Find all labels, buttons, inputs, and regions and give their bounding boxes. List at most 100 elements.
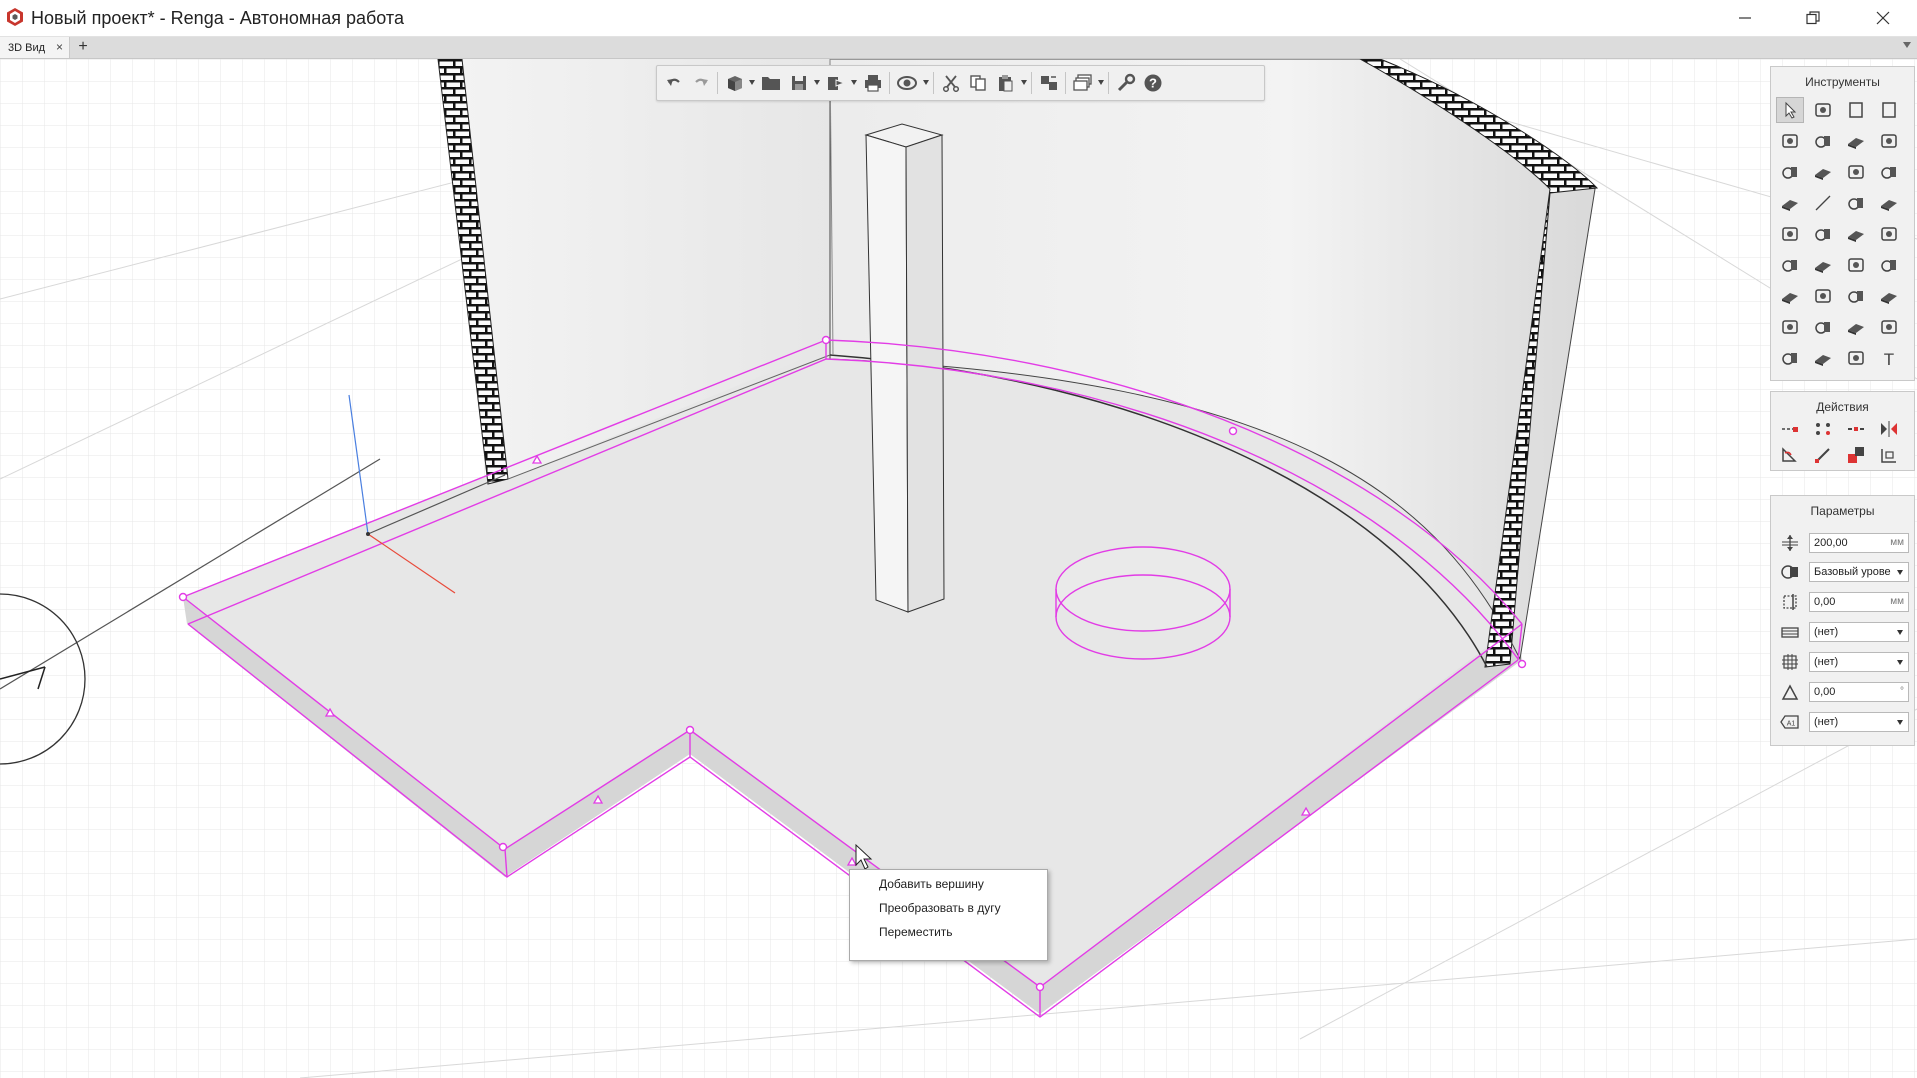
redo-button[interactable] <box>689 71 713 95</box>
context-menu: Добавить вершину Преобразовать в дугу Пе… <box>849 869 1048 961</box>
render-button[interactable] <box>895 71 919 95</box>
door-tool[interactable] <box>1842 159 1870 185</box>
align-action[interactable] <box>1842 416 1870 442</box>
level-icon <box>1779 561 1801 583</box>
assembly-tool[interactable] <box>1809 97 1837 123</box>
move-action[interactable] <box>1776 416 1804 442</box>
array-icon <box>1816 423 1830 435</box>
minimize-button[interactable] <box>1717 0 1773 36</box>
menu-item-add-vertex[interactable]: Добавить вершину <box>879 877 984 891</box>
level-select[interactable]: Базовый урове <box>1809 562 1909 582</box>
menu-item-convert-to-arc[interactable]: Преобразовать в дугу <box>879 901 1001 915</box>
sprinkler-tool[interactable] <box>1776 252 1804 278</box>
angle-field[interactable]: 0,00 ° <box>1809 682 1909 702</box>
open-icon <box>762 77 780 90</box>
wall-tool[interactable] <box>1842 97 1870 123</box>
menu-item-move[interactable]: Переместить <box>879 925 953 939</box>
paste-button[interactable] <box>993 71 1017 95</box>
railing-tool[interactable] <box>1776 190 1804 216</box>
actions-panel-title: Действия <box>1816 400 1869 414</box>
export-button[interactable] <box>824 71 848 95</box>
slab-tool[interactable] <box>1776 128 1804 154</box>
export-dropdown-icon[interactable] <box>851 80 857 85</box>
sink-tool[interactable] <box>1776 221 1804 247</box>
element-tool[interactable] <box>1809 314 1837 340</box>
open-button[interactable] <box>759 71 783 95</box>
offset-field[interactable]: 0,00 мм <box>1809 592 1909 612</box>
material-select[interactable]: (нет) <box>1809 622 1909 642</box>
mirror-icon <box>1881 421 1897 437</box>
room-tool[interactable] <box>1776 314 1804 340</box>
cable-tool[interactable] <box>1776 283 1804 309</box>
cut-button[interactable] <box>939 71 963 95</box>
view-tool[interactable] <box>1842 314 1870 340</box>
rotate-action[interactable] <box>1776 442 1804 468</box>
help-button[interactable]: ? <box>1141 71 1165 95</box>
undo-button[interactable] <box>662 71 686 95</box>
render-dropdown-icon[interactable] <box>923 80 929 85</box>
window-tool[interactable] <box>1875 159 1903 185</box>
style-select[interactable]: (нет) <box>1809 652 1909 672</box>
settings-button[interactable] <box>1114 71 1138 95</box>
3d-viewport[interactable]: ? Инструменты T Действия Параметры 200,0… <box>0 59 1917 1078</box>
duct-tool[interactable] <box>1842 221 1870 247</box>
tab-list-dropdown-icon[interactable] <box>1903 42 1911 48</box>
tab-close-icon[interactable]: × <box>56 40 63 54</box>
window-title: Новый проект* - Renga - Автономная работ… <box>31 8 404 28</box>
layers-dropdown-icon[interactable] <box>1098 80 1104 85</box>
svg-text:?: ? <box>1149 76 1157 91</box>
sheet-tool[interactable] <box>1875 314 1903 340</box>
electric-tool[interactable] <box>1842 283 1870 309</box>
beam-tool[interactable] <box>1875 128 1903 154</box>
hatch-tool[interactable] <box>1842 345 1870 371</box>
cable-icon <box>1782 293 1798 304</box>
light-tool[interactable] <box>1809 283 1837 309</box>
fitting-tool[interactable] <box>1875 221 1903 247</box>
parameters-panel: Параметры 200,00 мм Базовый урове 0,00 м… <box>1770 495 1915 746</box>
save-dropdown-icon[interactable] <box>814 80 820 85</box>
mirror-action[interactable] <box>1875 416 1903 442</box>
select-tool[interactable] <box>1776 97 1804 123</box>
floor-tool[interactable] <box>1809 159 1837 185</box>
dimension-tool[interactable] <box>1776 345 1804 371</box>
railing-icon <box>1782 200 1798 211</box>
line-tool[interactable] <box>1809 190 1837 216</box>
add-tab-button[interactable]: + <box>74 37 92 58</box>
array-action[interactable] <box>1809 416 1837 442</box>
leader-tool[interactable] <box>1809 345 1837 371</box>
layers-button[interactable] <box>1071 71 1095 95</box>
corner-action[interactable] <box>1875 442 1903 468</box>
split-action[interactable] <box>1842 442 1870 468</box>
copy-button[interactable] <box>966 71 990 95</box>
roof-tool[interactable] <box>1809 128 1837 154</box>
panel-tool[interactable] <box>1875 283 1903 309</box>
window-icon <box>1881 167 1896 179</box>
valve-tool[interactable] <box>1875 252 1903 278</box>
views-dropdown-icon[interactable] <box>749 80 755 85</box>
corner-icon <box>1881 449 1896 463</box>
ramp-tool[interactable] <box>1842 128 1870 154</box>
paste-dropdown-icon[interactable] <box>1021 80 1027 85</box>
save-button[interactable] <box>787 71 811 95</box>
thickness-field[interactable]: 200,00 мм <box>1809 533 1909 553</box>
stair-tool[interactable] <box>1776 159 1804 185</box>
pipe-tool[interactable] <box>1875 190 1903 216</box>
coil-tool[interactable] <box>1842 252 1870 278</box>
views-button[interactable] <box>723 71 747 95</box>
label-select[interactable]: (нет) <box>1809 712 1909 732</box>
column-tool[interactable] <box>1875 97 1903 123</box>
tab-3d-view[interactable]: 3D Вид × <box>0 37 70 58</box>
beam-icon <box>1881 134 1897 148</box>
plumbing-tool[interactable] <box>1842 190 1870 216</box>
tab-label: 3D Вид <box>8 41 46 54</box>
sync-button[interactable] <box>1037 71 1061 95</box>
text-tool[interactable]: T <box>1875 345 1903 371</box>
text-icon: T <box>1884 350 1894 367</box>
close-window-button[interactable] <box>1855 0 1911 36</box>
print-button[interactable] <box>861 71 885 95</box>
extend-action[interactable] <box>1809 442 1837 468</box>
equipment-tool[interactable] <box>1809 221 1837 247</box>
light-icon <box>1815 289 1831 303</box>
restore-button[interactable] <box>1785 0 1841 36</box>
mep-tool[interactable] <box>1809 252 1837 278</box>
